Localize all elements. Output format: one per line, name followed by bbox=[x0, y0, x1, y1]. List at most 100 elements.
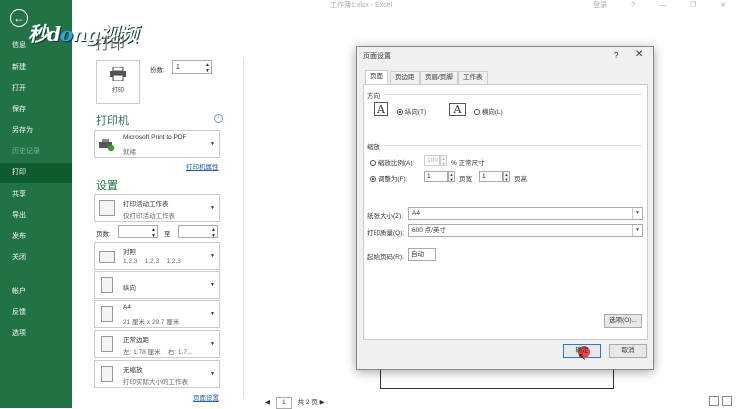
nav-item-save-as[interactable]: 另存为 bbox=[0, 121, 72, 141]
show-margins-icon[interactable] bbox=[709, 396, 719, 406]
print-scope-select[interactable]: 打印活动工作表 仅打印活动工作表 ▼ bbox=[94, 194, 220, 222]
backstage-nav: ← 信息 新建 打开 保存 另存为 历史记录 打印 共享 导出 发布 关闭 帐户… bbox=[0, 0, 72, 408]
margins-select[interactable]: 正常边距 左: 1.78 厘米 右: 1.7... ▼ bbox=[94, 330, 220, 358]
scope-sub: 仅打印活动工作表 bbox=[123, 213, 175, 220]
scaling-sub: 打印实际大小的工作表 bbox=[123, 379, 188, 386]
copies-value: 1 bbox=[176, 64, 180, 71]
chevron-down-icon: ▼ bbox=[210, 205, 215, 211]
close-icon[interactable]: ✕ bbox=[635, 49, 643, 60]
print-button[interactable]: 打印 bbox=[96, 60, 140, 104]
scaling-title: 无缩放 bbox=[123, 367, 143, 374]
minimize-icon[interactable]: — bbox=[659, 2, 666, 9]
spin-arrows-icon[interactable]: ▲ ▼ bbox=[440, 155, 447, 166]
options-button[interactable]: 选项(O)... bbox=[604, 314, 642, 328]
scale-adjust-input[interactable]: 100 bbox=[424, 155, 440, 166]
fit-wide-input[interactable]: 1 bbox=[424, 171, 448, 182]
collate-select[interactable]: 对照 1,2,3 1,2,3 1,2,3 ▼ bbox=[94, 242, 220, 270]
worksheet-icon bbox=[99, 200, 115, 216]
spin-arrows-icon[interactable]: ▲ ▼ bbox=[448, 171, 455, 182]
print-quality-select[interactable]: 600 点/英寸 ▼ bbox=[408, 224, 643, 237]
nav-item-export[interactable]: 导出 bbox=[0, 206, 72, 226]
tab-margins[interactable]: 页边距 bbox=[390, 71, 420, 84]
fit-to-radio[interactable] bbox=[370, 176, 376, 183]
panel-divider bbox=[243, 58, 244, 398]
copies-label: 份数: bbox=[150, 67, 165, 74]
orientation-title: 纵向 bbox=[123, 285, 136, 292]
orientation-select[interactable]: 纵向 ▼ bbox=[94, 271, 220, 299]
paper-icon bbox=[101, 306, 113, 322]
fit-tall-input[interactable]: 1 bbox=[479, 171, 503, 182]
zoom-to-page-icon[interactable] bbox=[722, 396, 732, 406]
signin-link[interactable]: 登录 bbox=[593, 2, 607, 9]
printer-check-icon bbox=[99, 139, 115, 151]
portrait-radio[interactable] bbox=[397, 109, 403, 116]
dialog-body: 方向 A 纵向(T) A 横向(L) 缩放 缩放比例(A): 100 ▲ ▼ % … bbox=[363, 84, 648, 340]
restore-icon[interactable]: ❐ bbox=[690, 2, 696, 9]
settings-heading: 设置 bbox=[96, 180, 118, 192]
scale-adjust-radio[interactable] bbox=[370, 160, 376, 167]
info-icon[interactable]: i bbox=[214, 114, 223, 123]
nav-item-save[interactable]: 保存 bbox=[0, 100, 72, 120]
scope-title: 打印活动工作表 bbox=[123, 201, 169, 208]
nav-item-print[interactable]: 打印 bbox=[0, 163, 72, 183]
help-icon[interactable]: ? bbox=[631, 2, 635, 9]
fit-to-option[interactable]: 调整为(F): bbox=[370, 173, 407, 183]
nav-item-share[interactable]: 共享 bbox=[0, 185, 72, 205]
spin-arrows-icon[interactable]: ▲ ▼ bbox=[205, 62, 210, 74]
tab-header-footer[interactable]: 页眉/页脚 bbox=[420, 71, 458, 84]
paper-size-value: A4 bbox=[412, 210, 420, 217]
page-setup-link[interactable]: 页面设置 bbox=[193, 392, 219, 402]
chevron-down-icon: ▼ bbox=[632, 225, 642, 236]
cancel-button[interactable]: 取消 bbox=[609, 344, 647, 358]
tab-page[interactable]: 页面 bbox=[365, 70, 388, 85]
collate-icon bbox=[99, 251, 115, 263]
nav-item-publish[interactable]: 发布 bbox=[0, 227, 72, 247]
chevron-down-icon: ▼ bbox=[210, 282, 215, 288]
scaling-select[interactable]: 无缩放 打印实际大小的工作表 ▼ bbox=[94, 360, 220, 388]
page-setup-dialog: 页面设置 ? ✕ 页面 页边距 页眉/页脚 工作表 方向 A 纵向(T) A 横… bbox=[356, 46, 654, 370]
landscape-option[interactable]: 横向(L) bbox=[474, 106, 503, 116]
fit-tall-suffix: 页高 bbox=[514, 176, 527, 183]
portrait-option[interactable]: 纵向(T) bbox=[397, 106, 426, 116]
paper-sub: 21 厘米 x 29.7 厘米 bbox=[123, 319, 180, 326]
to-label: 至 bbox=[164, 231, 171, 238]
print-quality-label: 打印质量(Q): bbox=[367, 230, 405, 237]
nav-item-account[interactable]: 帐户 bbox=[0, 282, 72, 302]
prev-page-icon[interactable]: ◀ bbox=[265, 399, 270, 406]
printer-name: Microsoft Print to PDF bbox=[123, 134, 187, 141]
printer-properties-link[interactable]: 打印机属性 bbox=[186, 161, 219, 171]
margins-sub: 左: 1.78 厘米 右: 1.7... bbox=[123, 349, 193, 356]
print-quality-value: 600 点/英寸 bbox=[412, 227, 446, 234]
orientation-section-label: 方向 bbox=[367, 93, 380, 100]
collate-sub: 1,2,3 1,2,3 1,2,3 bbox=[123, 258, 181, 265]
nav-item-feedback[interactable]: 反馈 bbox=[0, 303, 72, 323]
copies-stepper[interactable]: 1 ▲ ▼ bbox=[172, 60, 212, 74]
nav-item-new[interactable]: 新建 bbox=[0, 58, 72, 78]
divider bbox=[384, 145, 642, 146]
paper-size-select[interactable]: A4 ▼ bbox=[408, 207, 643, 220]
scale-adjust-option[interactable]: 缩放比例(A): bbox=[370, 157, 414, 167]
tab-sheet[interactable]: 工作表 bbox=[458, 71, 488, 84]
nav-item-open[interactable]: 打开 bbox=[0, 79, 72, 99]
close-icon[interactable]: ✕ bbox=[720, 2, 726, 9]
landscape-radio[interactable] bbox=[474, 109, 480, 116]
printer-select[interactable]: Microsoft Print to PDF 就绪 ▼ bbox=[94, 130, 220, 158]
first-page-input[interactable]: 自动 bbox=[408, 248, 436, 261]
spin-arrows-icon[interactable]: ▲ ▼ bbox=[211, 227, 216, 239]
help-icon[interactable]: ? bbox=[614, 51, 618, 60]
preview-zoom-controls bbox=[706, 396, 732, 408]
spin-arrows-icon[interactable]: ▲ ▼ bbox=[503, 171, 510, 182]
chevron-down-icon: ▼ bbox=[210, 141, 215, 147]
back-arrow-icon[interactable]: ← bbox=[10, 9, 28, 27]
pages-from-input[interactable]: ▲ ▼ bbox=[118, 225, 158, 239]
current-page-input[interactable]: 1 bbox=[275, 397, 292, 409]
spin-arrows-icon[interactable]: ▲ ▼ bbox=[151, 227, 156, 239]
dialog-title: 页面设置 bbox=[363, 53, 391, 60]
chevron-down-icon: ▼ bbox=[210, 253, 215, 259]
pages-to-input[interactable]: ▲ ▼ bbox=[178, 225, 218, 239]
nav-item-options[interactable]: 选项 bbox=[0, 324, 72, 344]
nav-item-close[interactable]: 关闭 bbox=[0, 248, 72, 268]
paper-size-select[interactable]: A4 21 厘米 x 29.7 厘米 ▼ bbox=[94, 300, 220, 328]
next-page-icon[interactable]: ▶ bbox=[320, 399, 325, 406]
chevron-down-icon: ▼ bbox=[210, 371, 215, 377]
